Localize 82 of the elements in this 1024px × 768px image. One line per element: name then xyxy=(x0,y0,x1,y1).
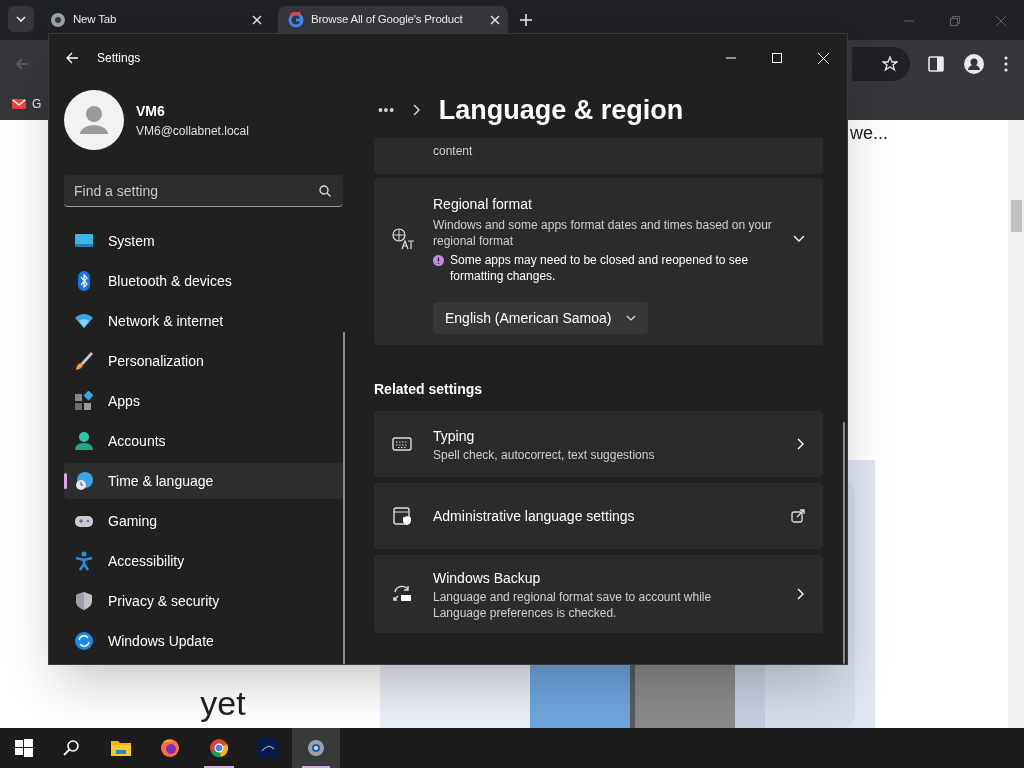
tab-search-button[interactable] xyxy=(8,6,34,32)
google-icon xyxy=(288,11,304,28)
start-icon xyxy=(14,738,34,758)
settings-link-card[interactable]: Windows Backup Language and regional format save to account while Language preferences is checked. xyxy=(374,555,823,633)
side-panel-icon[interactable] xyxy=(928,56,944,72)
nav-item[interactable]: System xyxy=(64,223,344,259)
chrome-icon xyxy=(50,11,66,28)
menu-icon[interactable] xyxy=(1004,56,1008,72)
gear-icon xyxy=(306,738,326,758)
card-title: Windows Backup xyxy=(433,568,542,588)
browser-tab[interactable]: Browse All of Google's Product xyxy=(278,6,508,33)
regional-format-dropdown[interactable]: English (American Samoa) xyxy=(433,302,648,334)
info-icon xyxy=(433,255,444,266)
accessibility-icon xyxy=(74,551,94,571)
card-description: content xyxy=(433,143,473,160)
tab-title: Browse All of Google's Product xyxy=(311,11,464,27)
star-icon[interactable] xyxy=(882,56,898,72)
nav-item[interactable]: Network & internet xyxy=(64,303,344,339)
language-icon xyxy=(392,228,414,250)
address-bar[interactable] xyxy=(852,47,910,81)
window-title: Settings xyxy=(97,50,141,67)
page-text: we... xyxy=(850,122,888,145)
update-icon xyxy=(74,631,94,651)
notice-text: Some apps may need to be closed and reopened to see formatting changes. xyxy=(450,252,750,284)
search-icon xyxy=(62,738,82,758)
page-title: Language & region xyxy=(438,93,684,127)
mail-icon[interactable] xyxy=(12,99,26,109)
nav-item[interactable]: Gaming xyxy=(64,503,344,539)
section-heading: Related settings xyxy=(374,380,484,399)
more-button[interactable]: ••• xyxy=(378,99,395,121)
nav-item[interactable]: Time & language xyxy=(64,463,344,499)
browser-tab[interactable]: New Tab xyxy=(40,6,270,33)
restore-icon[interactable] xyxy=(950,16,960,26)
paintbrush-icon xyxy=(74,351,94,371)
window-shield-icon xyxy=(392,506,412,526)
chevron-up-icon[interactable] xyxy=(793,235,805,243)
profile-icon[interactable] xyxy=(964,54,984,74)
scrollbar[interactable] xyxy=(343,332,345,664)
chevron-right-icon xyxy=(412,104,421,116)
search-field[interactable]: Find a setting xyxy=(64,175,343,207)
star-logo-icon xyxy=(258,738,278,758)
nav-item[interactable]: Privacy & security xyxy=(64,583,344,619)
tab-title: New Tab xyxy=(73,11,118,27)
nav-item[interactable]: Bluetooth & devices xyxy=(64,263,344,299)
maximize-icon[interactable] xyxy=(772,53,782,63)
scrollbar[interactable] xyxy=(1008,120,1024,728)
apps-icon xyxy=(74,391,94,411)
settings-link-card[interactable]: Administrative language settings xyxy=(374,483,823,549)
user-name: VM6 xyxy=(136,101,166,121)
avatar-icon xyxy=(64,90,124,150)
card-description: Language and regional format save to account while Language preferences is checked. xyxy=(433,588,713,621)
bookmark-link[interactable]: G xyxy=(32,95,42,113)
chevron-down-icon xyxy=(16,16,26,22)
chevron-down-icon xyxy=(625,315,636,321)
shield-icon xyxy=(74,591,94,611)
page-heading-line: yet xyxy=(200,683,246,724)
plus-icon[interactable] xyxy=(520,14,532,26)
chrome-icon xyxy=(209,738,229,758)
nav-item[interactable]: Accounts xyxy=(64,423,344,459)
nav-item[interactable]: Windows Update xyxy=(64,623,344,659)
card-title: Regional format xyxy=(433,195,533,214)
nav-item[interactable]: Apps xyxy=(64,383,344,419)
chevron-right-icon xyxy=(797,438,805,450)
search-icon xyxy=(319,185,331,197)
folder-icon xyxy=(111,738,131,758)
card-title: Typing xyxy=(433,426,476,446)
nav-item[interactable]: Accessibility xyxy=(64,543,344,579)
sync-device-icon xyxy=(392,584,412,604)
taskbar-button[interactable] xyxy=(292,728,340,768)
card-title: Administrative language settings xyxy=(433,506,636,526)
external-link-icon xyxy=(791,509,805,523)
card-description: Spell check, autocorrect, text suggestions xyxy=(433,446,656,463)
keyboard-icon xyxy=(392,434,412,454)
globe-clock-icon xyxy=(74,471,94,491)
chevron-right-icon xyxy=(797,588,805,600)
settings-link-card[interactable]: Typing Spell check, autocorrect, text suggestions xyxy=(374,411,823,477)
card-description: Windows and some apps format dates and times based on your regional format xyxy=(433,217,773,249)
firefox-icon xyxy=(160,738,180,758)
person-icon xyxy=(74,431,94,451)
user-email: VM6@collabnet.local xyxy=(136,122,249,140)
nav-item[interactable]: Personalization xyxy=(64,343,344,379)
scrollbar[interactable] xyxy=(843,422,845,664)
